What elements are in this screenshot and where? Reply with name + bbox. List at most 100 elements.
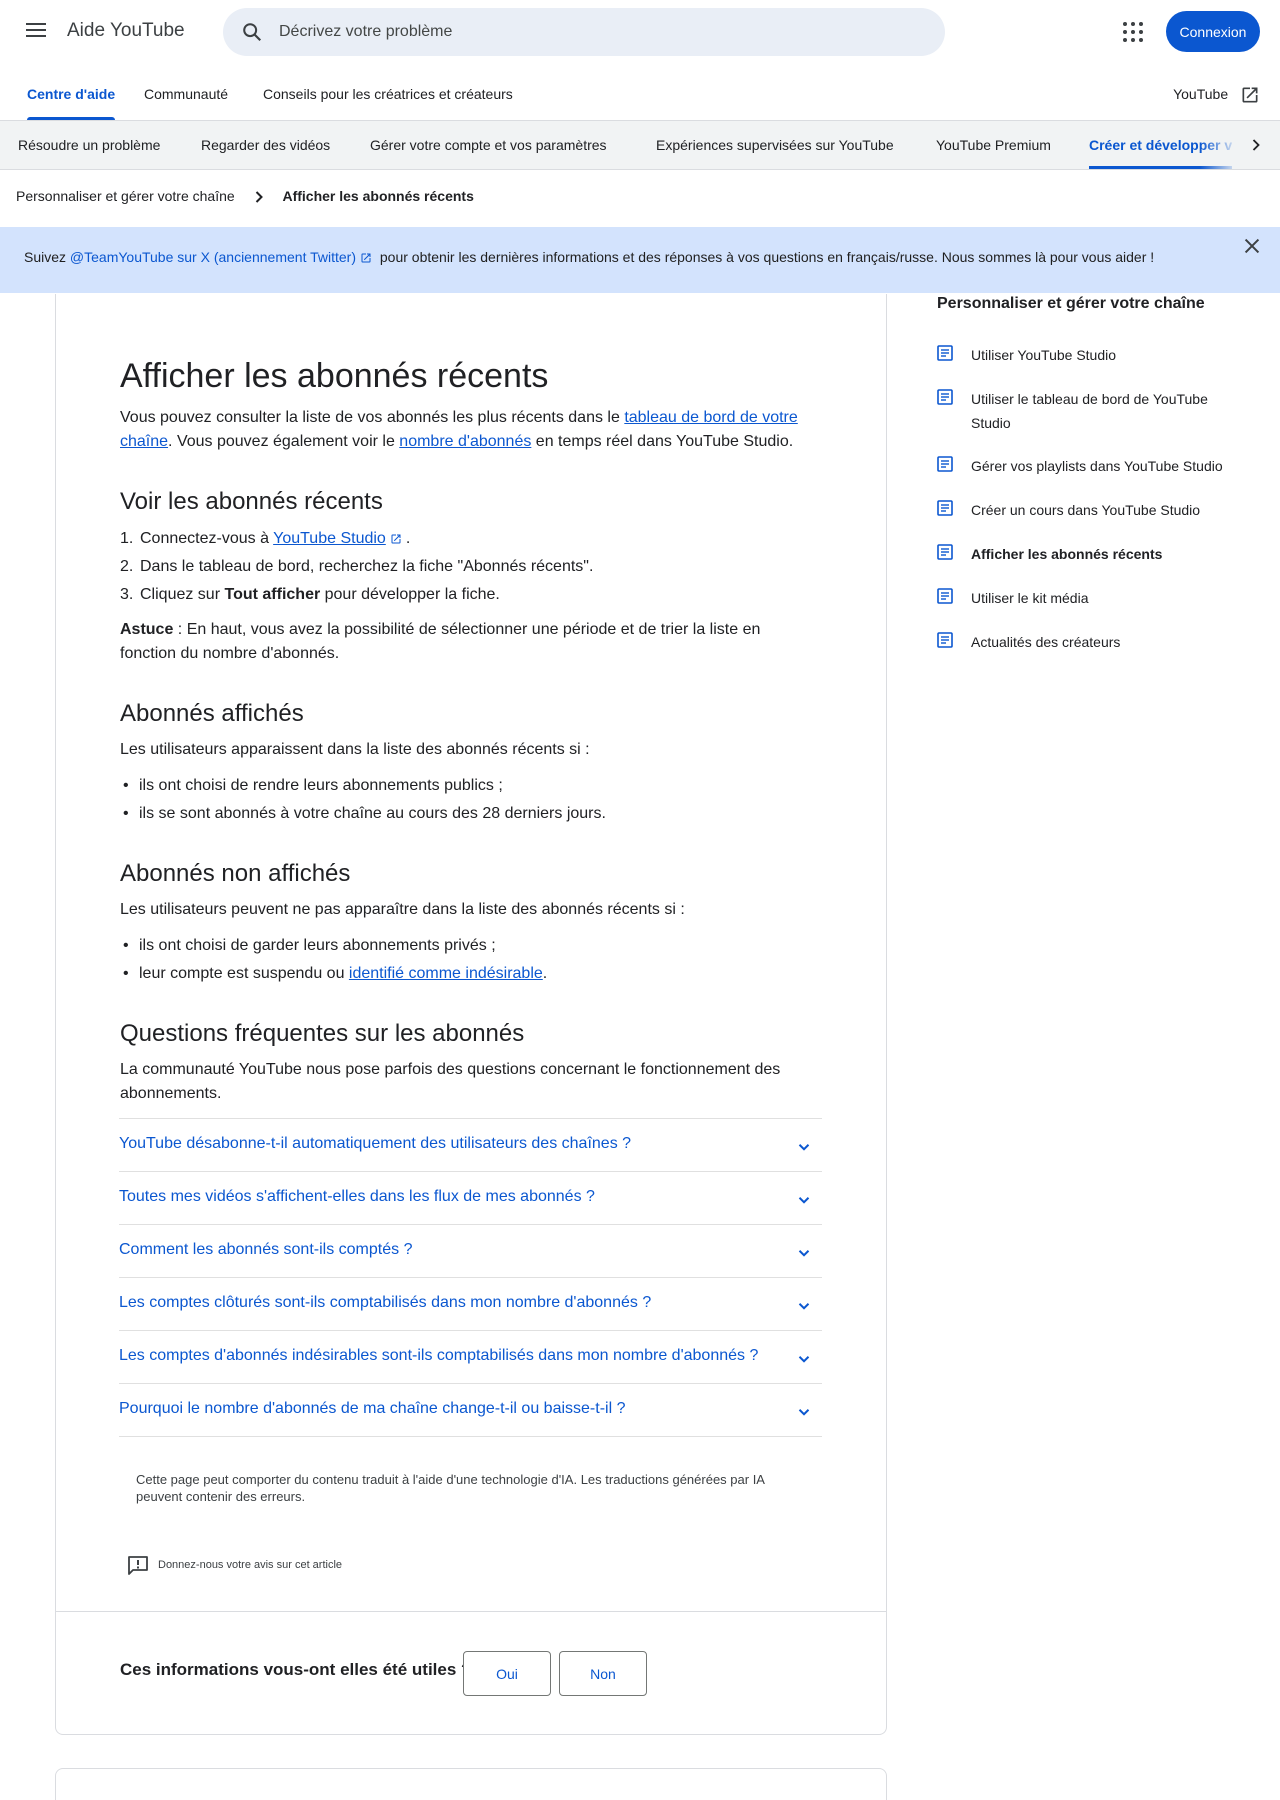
article-icon <box>937 389 953 405</box>
sidebar-item-recent-subscribers[interactable]: Afficher les abonnés récents <box>937 542 1237 566</box>
subtab-fix-problem[interactable]: Résoudre un problème <box>18 121 160 169</box>
step-3-text: Cliquez sur <box>140 586 225 603</box>
sidebar-item-youtube-studio[interactable]: Utiliser YouTube Studio <box>937 343 1237 367</box>
sidebar-item-course[interactable]: Créer un cours dans YouTube Studio <box>937 498 1237 522</box>
faq-question: YouTube désabonne-t-il automatiquement d… <box>119 1135 632 1152</box>
breadcrumb-current: Afficher les abonnés récents <box>282 188 474 204</box>
feedback-label: Donnez-nous votre avis sur cet article <box>158 1559 343 1571</box>
banner-prefix: Suivez <box>24 249 70 265</box>
signin-button[interactable]: Connexion <box>1166 11 1260 52</box>
tab-creator-tips[interactable]: Conseils pour les créatrices et créateur… <box>263 70 513 120</box>
article-intro: Vous pouvez consulter la liste de vos ab… <box>120 406 820 454</box>
section-heading-shown: Abonnés affichés <box>120 700 304 727</box>
close-icon[interactable] <box>1241 235 1263 257</box>
youtube-link-label: YouTube <box>1173 86 1229 102</box>
tabs-scroll-right[interactable] <box>1234 121 1280 169</box>
list-item: ils ont choisi de garder leurs abonnemen… <box>120 932 547 960</box>
topic-tabs: Résoudre un problème Regarder des vidéos… <box>0 121 1280 170</box>
list-item: ils se sont abonnés à votre chaîne au co… <box>120 800 606 828</box>
sidebar-item-label: Gérer vos playlists dans YouTube Studio <box>971 458 1223 474</box>
sidebar-item-label: Créer un cours dans YouTube Studio <box>971 502 1201 518</box>
banner-suffix: pour obtenir les dernières informations … <box>379 249 1155 265</box>
step-2-text: Dans le tableau de bord, recherchez la f… <box>140 558 594 575</box>
secondary-card <box>55 1768 887 1800</box>
subtab-premium[interactable]: YouTube Premium <box>936 121 1051 169</box>
app-title[interactable]: Aide YouTube <box>67 20 185 42</box>
article-icon <box>937 345 953 361</box>
breadcrumb-parent[interactable]: Personnaliser et gérer votre chaîne <box>16 188 235 204</box>
yes-button[interactable]: Oui <box>463 1651 551 1696</box>
bullet-text-end: . <box>542 965 548 982</box>
article-icon <box>937 588 953 604</box>
sidebar-item-dashboard[interactable]: Utiliser le tableau de bord de YouTube S… <box>937 387 1237 435</box>
sidebar-item-label: Actualités des créateurs <box>971 634 1121 650</box>
youtube-link[interactable]: YouTube <box>1173 70 1260 120</box>
primary-tabs: Centre d'aide Communauté Conseils pour l… <box>0 70 1280 121</box>
external-link-icon <box>391 534 401 544</box>
chevron-down-icon <box>798 1409 810 1416</box>
faq-list: YouTube désabonne-t-il automatiquement d… <box>119 1118 822 1437</box>
banner-twitter-link[interactable]: @TeamYouTube sur X (anciennement Twitter… <box>70 249 356 265</box>
section-heading-faq: Questions fréquentes sur les abonnés <box>120 1020 525 1047</box>
announcement-banner: Suivez @TeamYouTube sur X (anciennement … <box>0 227 1280 293</box>
faq-item[interactable]: Les comptes d'abonnés indésirables sont-… <box>119 1331 822 1384</box>
not-shown-intro: Les utilisateurs peuvent ne pas apparaît… <box>120 901 685 918</box>
intro-text-1: Vous pouvez consulter la liste de vos ab… <box>120 409 625 426</box>
search-input[interactable] <box>279 8 919 56</box>
open-in-new-icon <box>1242 87 1258 103</box>
apps-grid-icon[interactable] <box>1123 22 1143 42</box>
step-3-bold: Tout afficher <box>224 586 321 603</box>
step-2: 2. Dans le tableau de bord, recherchez la… <box>120 558 594 575</box>
sidebar-item-media-kit[interactable]: Utiliser le kit média <box>937 586 1237 610</box>
faq-item[interactable]: Les comptes clôturés sont-ils comptabili… <box>119 1278 822 1331</box>
faq-item[interactable]: Pourquoi le nombre d'abonnés de ma chaîn… <box>119 1384 822 1437</box>
feedback-icon <box>128 1556 148 1575</box>
article-icon <box>937 632 953 648</box>
tab-help-center[interactable]: Centre d'aide <box>27 70 116 120</box>
search-box[interactable] <box>223 8 945 56</box>
list-item: ils ont choisi de rendre leurs abonnemen… <box>120 772 606 800</box>
tab-community[interactable]: Communauté <box>144 70 228 120</box>
sidebar-item-label: Utiliser YouTube Studio <box>971 347 1117 363</box>
faq-item[interactable]: Comment les abonnés sont-ils comptés ? <box>119 1225 822 1278</box>
youtube-studio-link[interactable]: YouTube Studio <box>273 530 386 547</box>
not-shown-list: ils ont choisi de garder leurs abonnemen… <box>120 932 547 988</box>
shown-intro: Les utilisateurs apparaissent dans la li… <box>120 741 590 758</box>
subtab-account-settings[interactable]: Gérer votre compte et vos paramètres <box>370 121 607 169</box>
sidebar-item-label: Afficher les abonnés récents <box>971 546 1163 562</box>
faq-item[interactable]: YouTube désabonne-t-il automatiquement d… <box>119 1119 822 1172</box>
shown-list: ils ont choisi de rendre leurs abonnemen… <box>120 772 606 828</box>
tip-paragraph: Astuce : En haut, vous avez la possibili… <box>120 618 820 666</box>
sidebar-item-label: Utiliser le kit média <box>971 590 1089 606</box>
intro-text-2: . Vous pouvez également voir le <box>168 433 400 450</box>
sidebar-title: Personnaliser et gérer votre chaîne <box>937 295 1205 312</box>
faq-intro: La communauté YouTube nous pose parfois … <box>120 1061 781 1102</box>
article-icon <box>937 544 953 560</box>
breadcrumb: Personnaliser et gérer votre chaîne Affi… <box>16 184 474 208</box>
menu-icon[interactable] <box>20 19 52 45</box>
faq-item[interactable]: Toutes mes vidéos s'affichent-elles dans… <box>119 1172 822 1225</box>
chevron-down-icon <box>798 1356 810 1363</box>
no-button[interactable]: Non <box>559 1651 647 1696</box>
subtab-supervised[interactable]: Expériences supervisées sur YouTube <box>656 121 894 169</box>
section-heading-not-shown: Abonnés non affichés <box>120 860 351 887</box>
step-3: 3. Cliquez sur Tout afficher pour dévelop… <box>120 586 500 603</box>
chevron-right-icon <box>255 191 263 204</box>
spam-link[interactable]: identifié comme indésirable <box>349 965 543 982</box>
external-link-icon <box>361 253 371 263</box>
chevron-down-icon <box>798 1197 810 1204</box>
step-3-text-end: pour développer la fiche. <box>320 586 500 603</box>
list-item: leur compte est suspendu ou identifié co… <box>120 960 547 988</box>
sidebar-item-playlists[interactable]: Gérer vos playlists dans YouTube Studio <box>937 454 1237 478</box>
divider <box>56 1611 886 1612</box>
bullet-text: leur compte est suspendu ou <box>139 965 349 982</box>
subscriber-count-link[interactable]: nombre d'abonnés <box>399 433 531 450</box>
faq-question: Comment les abonnés sont-ils comptés ? <box>119 1241 413 1258</box>
subtab-watch-videos[interactable]: Regarder des vidéos <box>201 121 330 169</box>
sidebar-item-creator-news[interactable]: Actualités des créateurs <box>937 630 1237 654</box>
step-1-end: . <box>405 530 411 547</box>
section-heading-view-recent: Voir les abonnés récents <box>120 488 383 515</box>
faq-question: Pourquoi le nombre d'abonnés de ma chaîn… <box>119 1400 626 1417</box>
article-icon <box>937 500 953 516</box>
intro-text-3: en temps réel dans YouTube Studio. <box>531 433 794 450</box>
